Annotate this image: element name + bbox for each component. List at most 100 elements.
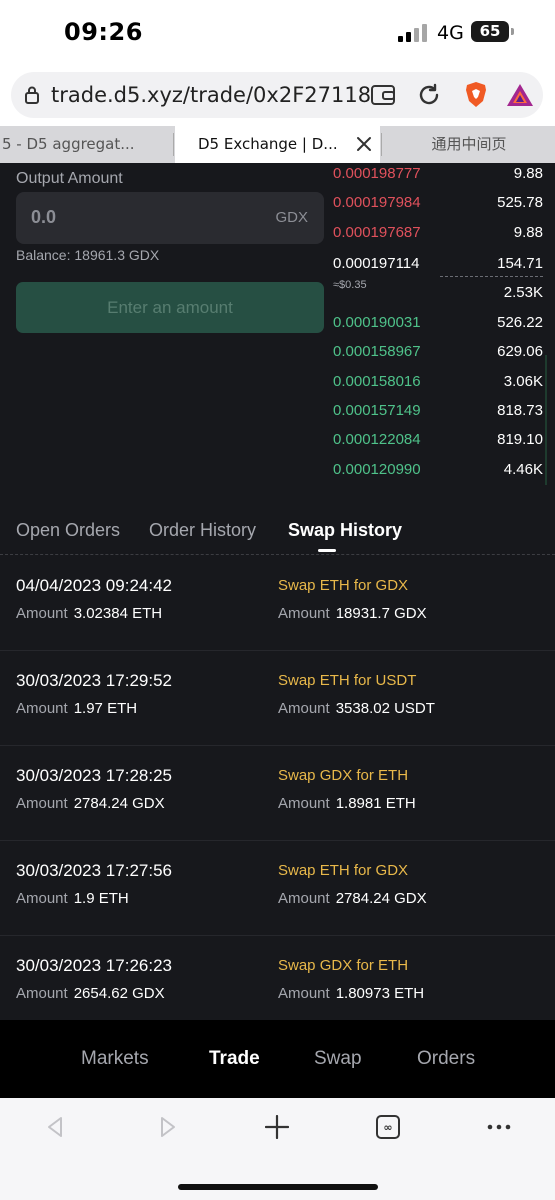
mid-qty-2: 2.53K: [503, 284, 543, 301]
orderbook-ask-row[interactable]: 0.000197687 9.88: [333, 224, 543, 248]
amount-label: Amount: [278, 985, 330, 1002]
tab-label: 通用中间页: [431, 135, 507, 153]
swap-date: 30/03/2023 17:28:25: [16, 766, 172, 785]
bid-price: 0.000120990: [333, 461, 421, 478]
tab-divider: [173, 133, 174, 156]
swap-history-row[interactable]: 30/03/2023 17:27:56 Amount 1.9 ETH Swap E…: [0, 841, 555, 936]
tab-swap-history[interactable]: Swap History: [288, 520, 402, 541]
browser-bottom-toolbar: ∞: [0, 1098, 555, 1200]
tab-open-orders[interactable]: Open Orders: [16, 520, 120, 541]
forward-arrow-icon[interactable]: [155, 1115, 179, 1139]
swap-date: 04/04/2023 09:24:42: [16, 576, 172, 595]
swap-amount-out: Amount 2784.24 GDX: [278, 890, 427, 907]
amount-out-value: 1.80973 ETH: [335, 985, 425, 1002]
bid-price: 0.000122084: [333, 431, 421, 448]
browser-toolbar: trade.d5.xyz/trade/0x2F27118E: [0, 66, 555, 126]
tab-label: D5 Exchange | D...: [198, 135, 338, 153]
more-icon[interactable]: [487, 1115, 511, 1139]
nav-markets[interactable]: Markets: [81, 1048, 149, 1070]
url-bar[interactable]: trade.d5.xyz/trade/0x2F27118E: [11, 72, 543, 118]
orderbook-divider: [440, 276, 543, 277]
orderbook-bid-row[interactable]: 0.000158016 3.06K: [333, 373, 543, 397]
tab-d5-exchange[interactable]: D5 Exchange | D...: [175, 126, 380, 163]
output-token-unit: GDX: [275, 209, 308, 226]
amount-label: Amount: [278, 795, 330, 812]
tab-divider: [381, 133, 382, 156]
swap-amount-in: Amount 3.02384 ETH: [16, 605, 162, 622]
swap-date: 30/03/2023 17:29:52: [16, 671, 172, 690]
ask-qty: 9.88: [513, 165, 543, 182]
amount-label: Amount: [16, 700, 68, 717]
reload-icon[interactable]: [417, 83, 441, 107]
active-tab-indicator: [318, 549, 336, 552]
tabs-icon[interactable]: ∞: [376, 1115, 400, 1139]
orderbook-bid-row[interactable]: 0.000157149 818.73: [333, 402, 543, 426]
tab-order-history[interactable]: Order History: [149, 520, 256, 541]
wallet-icon[interactable]: [371, 84, 395, 106]
orderbook-ask-row[interactable]: 0.000198777 9.88: [333, 165, 543, 189]
output-amount-label: Output Amount: [16, 170, 123, 187]
swap-history-row[interactable]: 30/03/2023 17:28:25 Amount 2784.24 GDX Sw…: [0, 746, 555, 841]
swap-history-row[interactable]: 04/04/2023 09:24:42 Amount 3.02384 ETH Sw…: [0, 556, 555, 651]
enter-amount-button[interactable]: Enter an amount: [16, 282, 324, 333]
signal-icon: [398, 24, 428, 42]
tab-chinese-page[interactable]: 通用中间页: [383, 126, 555, 163]
status-bar: 09:26 4G 65: [0, 0, 555, 66]
battery-level: 65: [479, 22, 501, 40]
nav-swap[interactable]: Swap: [314, 1048, 362, 1070]
swap-amount-out: Amount 1.8981 ETH: [278, 795, 416, 812]
swap-amount-out: Amount 3538.02 USDT: [278, 700, 435, 717]
amount-label: Amount: [278, 890, 330, 907]
swap-title: Swap ETH for GDX: [278, 577, 409, 594]
swap-history-row[interactable]: 30/03/2023 17:26:23 Amount 2654.62 GDX Sw…: [0, 936, 555, 1031]
tab-label: 5 - D5 aggregat...: [2, 135, 135, 153]
amount-in-value: 3.02384 ETH: [73, 605, 163, 622]
brave-rewards-icon[interactable]: [506, 83, 534, 107]
ask-qty: 525.78: [497, 194, 543, 211]
plus-icon[interactable]: [265, 1115, 289, 1139]
swap-title: Swap ETH for USDT: [278, 672, 417, 689]
orderbook-bid-row[interactable]: 0.000122084 819.10: [333, 431, 543, 455]
nav-trade[interactable]: Trade: [209, 1048, 260, 1070]
close-icon[interactable]: [356, 136, 372, 152]
tab-strip: 5 - D5 aggregat... D5 Exchange | D... 通用…: [0, 126, 555, 163]
bid-price: 0.000190031: [333, 314, 421, 331]
amount-label: Amount: [16, 985, 68, 1002]
bid-qty: 526.22: [497, 314, 543, 331]
swap-history-row[interactable]: 30/03/2023 17:29:52 Amount 1.97 ETH Swap …: [0, 651, 555, 746]
swap-title: Swap GDX for ETH: [278, 767, 409, 784]
nav-orders[interactable]: Orders: [417, 1048, 475, 1070]
history-tabs: Open Orders Order History Swap History: [0, 515, 555, 555]
ask-price: 0.000197687: [333, 224, 421, 241]
amount-out-value: 3538.02 USDT: [335, 700, 435, 717]
amount-label: Amount: [278, 700, 330, 717]
trade-page: Output Amount 0.0 GDX Balance: 18961.3 G…: [0, 163, 555, 1020]
bid-qty: 818.73: [497, 402, 543, 419]
output-amount-value: 0.0: [31, 207, 57, 227]
depth-bar: [545, 355, 547, 485]
brave-shields-icon[interactable]: [464, 81, 488, 108]
bid-price: 0.000157149: [333, 402, 421, 419]
orderbook-bid-row[interactable]: 0.000120990 4.46K: [333, 461, 543, 485]
swap-amount-in: Amount 1.9 ETH: [16, 890, 129, 907]
orderbook-bid-row[interactable]: 0.000158967 629.06: [333, 343, 543, 367]
bid-qty: 629.06: [497, 343, 543, 360]
back-arrow-icon[interactable]: [44, 1115, 68, 1139]
tab-d5-aggregator[interactable]: 5 - D5 aggregat...: [0, 126, 172, 163]
ask-price: 0.000198777: [333, 165, 421, 182]
output-amount-field[interactable]: 0.0 GDX: [16, 192, 324, 244]
swap-amount-in: Amount 1.97 ETH: [16, 700, 137, 717]
amount-label: Amount: [16, 605, 68, 622]
balance-text: Balance: 18961.3 GDX: [16, 247, 160, 263]
svg-text:∞: ∞: [383, 1121, 392, 1134]
orderbook-ask-row[interactable]: 0.000197984 525.78: [333, 194, 543, 218]
mid-price: 0.000197114: [333, 255, 420, 272]
bid-qty: 819.10: [497, 431, 543, 448]
orderbook-mid-row: 2.53K: [333, 284, 543, 308]
url-text[interactable]: trade.d5.xyz/trade/0x2F27118E: [51, 83, 371, 107]
amount-in-value: 2784.24 GDX: [73, 795, 165, 812]
bid-price: 0.000158967: [333, 343, 421, 360]
amount-in-value: 1.9 ETH: [73, 890, 129, 907]
amount-label: Amount: [16, 795, 68, 812]
orderbook-bid-row[interactable]: 0.000190031 526.22: [333, 314, 543, 338]
